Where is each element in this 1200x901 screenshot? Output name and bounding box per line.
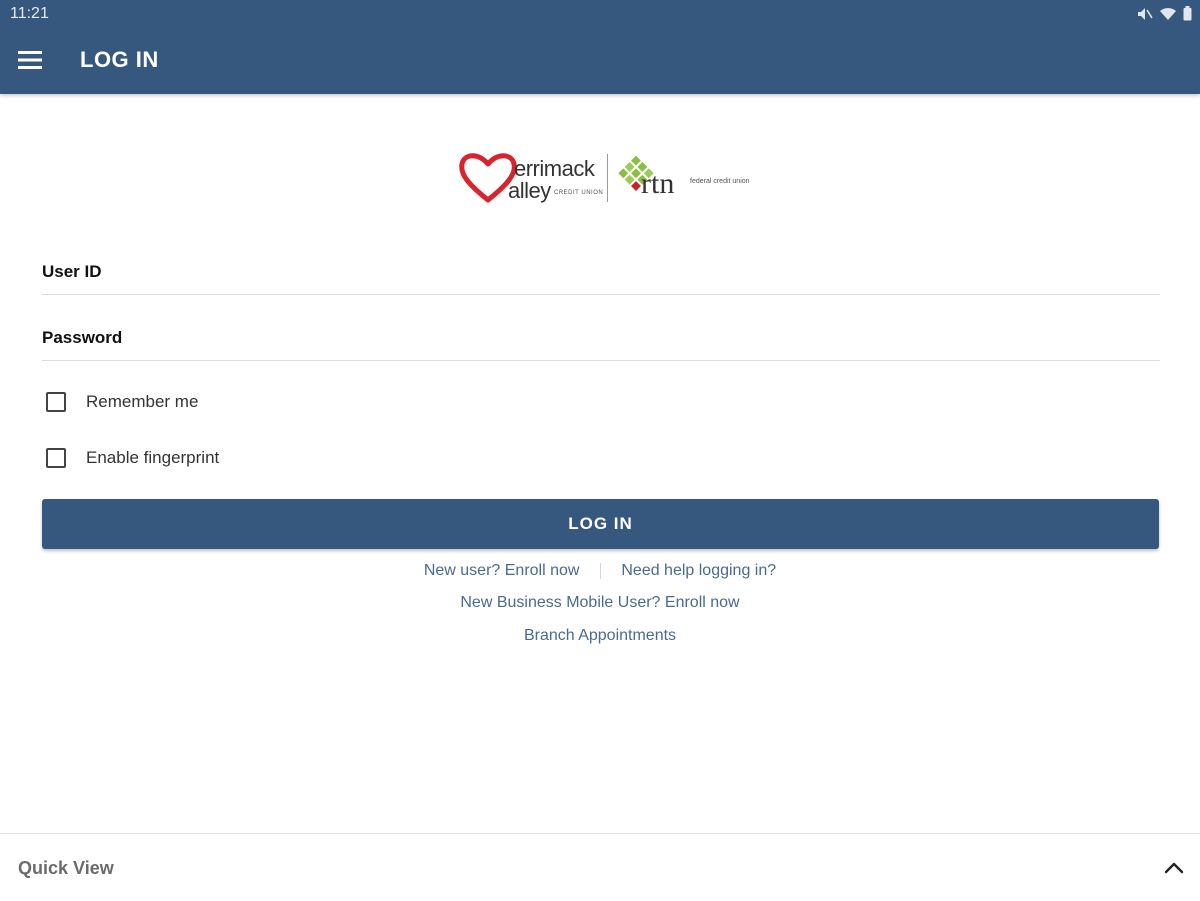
chevron-up-icon[interactable] (1162, 856, 1186, 880)
remember-me-row[interactable]: Remember me (46, 390, 198, 414)
branch-appointments-link[interactable]: Branch Appointments (524, 627, 676, 644)
menu-button[interactable] (14, 46, 46, 78)
need-help-link[interactable]: Need help logging in? (621, 562, 776, 579)
app-bar: 11:21 LOG IN (0, 0, 1200, 94)
battery-icon (1183, 6, 1192, 26)
quick-view-panel[interactable]: Quick View (0, 833, 1200, 901)
link-separator (599, 562, 601, 579)
logo-divider (607, 154, 608, 202)
password-input[interactable] (42, 324, 1164, 360)
remember-me-checkbox[interactable] (46, 392, 66, 412)
login-button[interactable]: LOG IN (42, 499, 1159, 549)
wifi-icon (1159, 7, 1177, 26)
enroll-help-links: New user? Enroll now Need help logging i… (0, 562, 1200, 580)
logo-rtn-text: rtn (641, 167, 675, 200)
brand-logo: errimack alley CREDIT UNION rtn federal … (458, 150, 750, 208)
new-user-enroll-link[interactable]: New user? Enroll now (424, 562, 580, 579)
logo-credit-union-text: CREDIT UNION (554, 190, 604, 196)
enable-fingerprint-checkbox[interactable] (46, 448, 66, 468)
user-id-input[interactable] (42, 258, 1164, 294)
logo-federal-credit-union-text: federal credit union (690, 178, 750, 185)
status-time: 11:21 (10, 5, 49, 22)
logo-valley-text: alley (508, 178, 551, 203)
enable-fingerprint-row[interactable]: Enable fingerprint (46, 446, 219, 470)
password-field[interactable]: Password (42, 324, 1164, 361)
status-icons (1137, 6, 1192, 26)
enable-fingerprint-label: Enable fingerprint (86, 448, 220, 467)
mute-icon (1137, 7, 1153, 26)
quick-view-label: Quick View (18, 858, 114, 878)
new-business-enroll-link[interactable]: New Business Mobile User? Enroll now (460, 594, 739, 611)
branch-appointments-row: Branch Appointments (0, 627, 1200, 645)
page-title: LOG IN (80, 47, 159, 72)
hamburger-menu-icon (18, 50, 42, 75)
business-enroll-row: New Business Mobile User? Enroll now (0, 594, 1200, 612)
remember-me-label: Remember me (86, 392, 199, 411)
user-id-field[interactable]: User ID (42, 258, 1164, 295)
